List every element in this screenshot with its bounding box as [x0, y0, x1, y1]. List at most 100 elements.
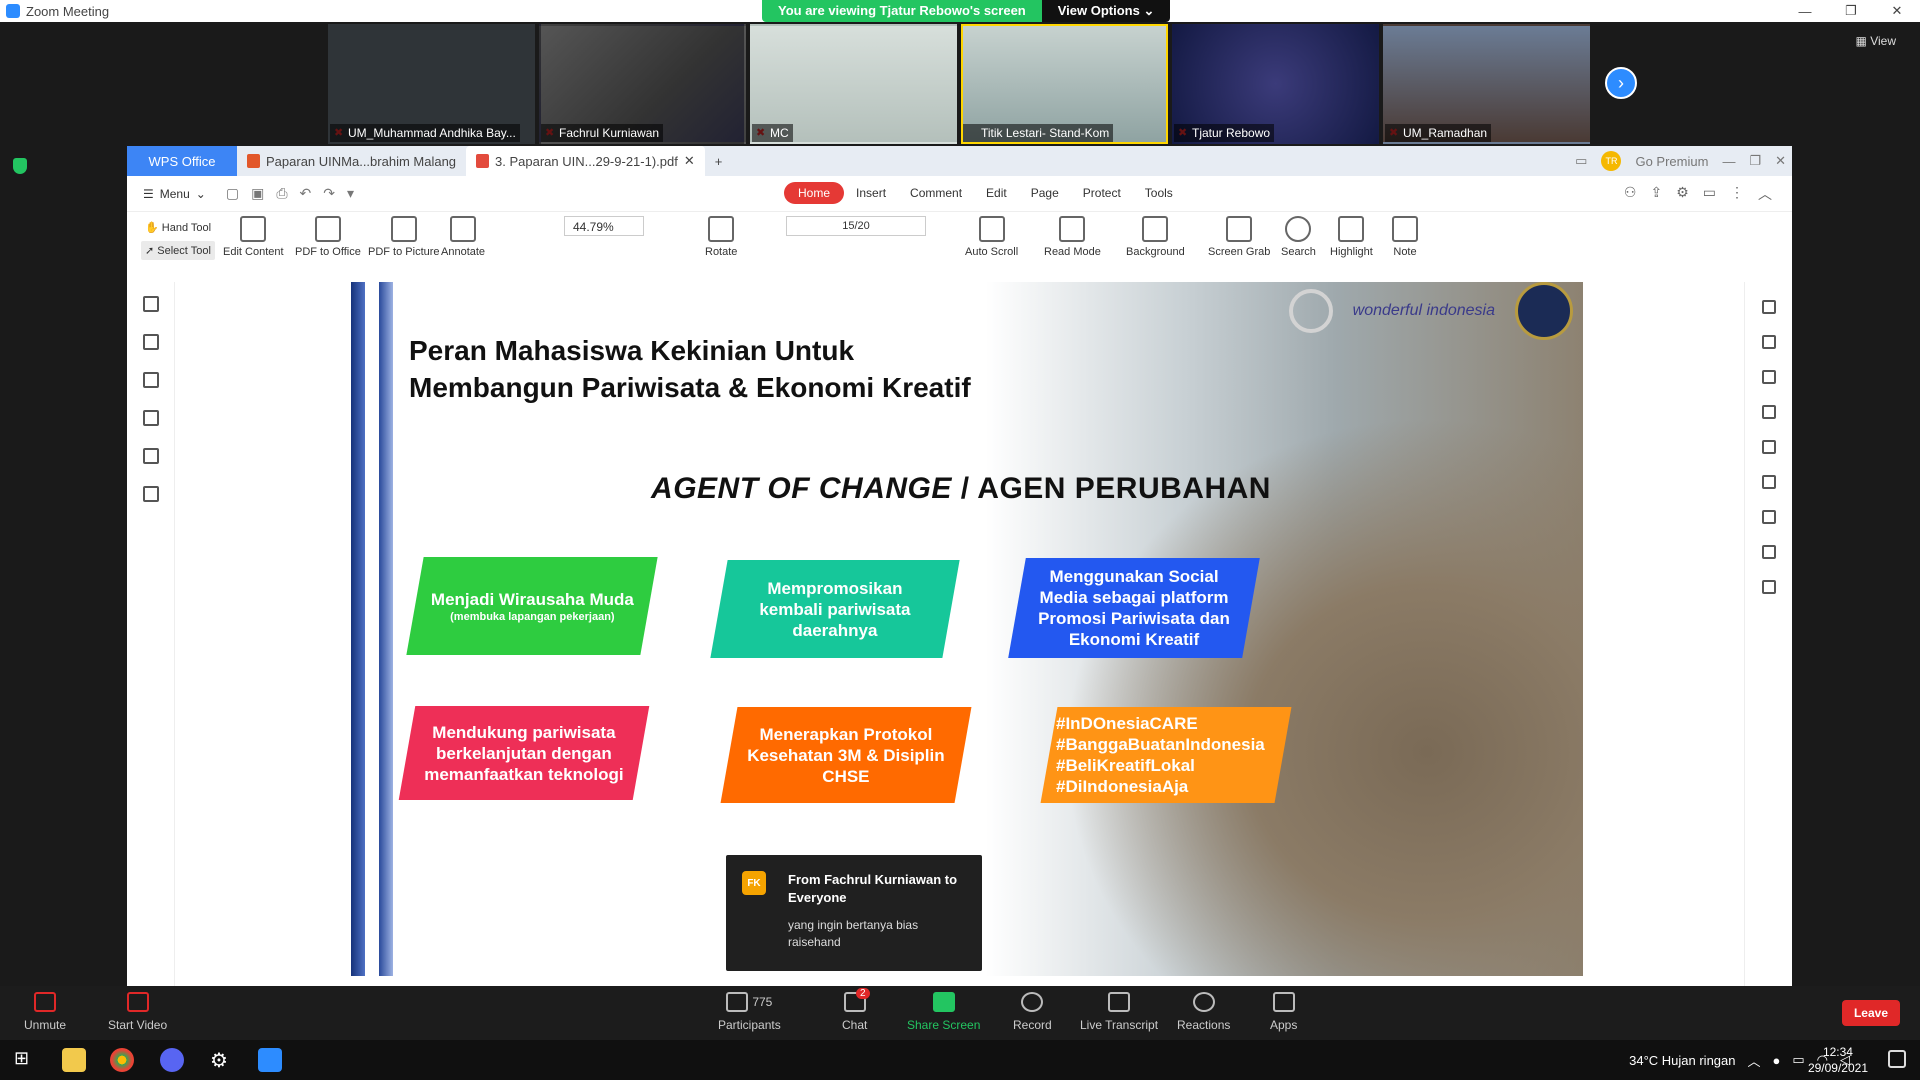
background-button[interactable]: Background	[1126, 212, 1185, 258]
save-icon[interactable]: ▣	[251, 185, 264, 202]
share-icon[interactable]: ⇪	[1650, 184, 1662, 204]
edit-icon[interactable]	[1761, 335, 1776, 349]
leave-button[interactable]: Leave	[1841, 1000, 1900, 1026]
highlight-button[interactable]: Highlight	[1330, 212, 1373, 258]
video-tile-active-speaker[interactable]: Titik Lestari- Stand-Kom	[961, 24, 1168, 144]
note-button[interactable]: Note	[1392, 212, 1418, 258]
video-tile[interactable]: ✖ UM_Ramadhan	[1383, 24, 1590, 144]
export-icon[interactable]	[1761, 300, 1776, 314]
comment-icon[interactable]: ▭	[1703, 184, 1716, 204]
go-premium-button[interactable]: Go Premium	[1635, 154, 1708, 169]
screen-grab-button[interactable]: Screen Grab	[1208, 212, 1270, 258]
read-mode-button[interactable]: Read Mode	[1044, 212, 1101, 258]
pdf-to-office-button[interactable]: PDF to Office	[295, 212, 361, 258]
chrome-icon[interactable]	[110, 1048, 134, 1072]
user-avatar[interactable]: TR	[1601, 151, 1622, 171]
wps-minimize-button[interactable]: —	[1722, 154, 1735, 169]
rotate-button[interactable]: Rotate	[705, 212, 737, 258]
outline-icon[interactable]	[1761, 475, 1776, 489]
notification-icon[interactable]	[1888, 1050, 1906, 1068]
zoom-search-icon[interactable]	[1761, 580, 1776, 594]
auto-scroll-button[interactable]: Auto Scroll	[965, 212, 1018, 258]
wps-restore-button[interactable]: ❐	[1749, 153, 1761, 169]
tab-tools[interactable]: Tools	[1133, 182, 1185, 204]
settings-gear-icon[interactable]: ⚙	[210, 1048, 234, 1072]
undo-icon[interactable]: ↶	[300, 185, 312, 202]
menu-button[interactable]: ☰ Menu ⌄	[143, 187, 206, 201]
wps-close-button[interactable]: ✕	[1775, 153, 1786, 169]
open-icon[interactable]: ▢	[226, 185, 239, 202]
view-options-button[interactable]: View Options ⌄	[1041, 0, 1171, 22]
form-icon[interactable]	[1761, 405, 1776, 419]
compress-icon[interactable]	[1761, 545, 1776, 559]
hand-tool-button[interactable]: ✋ Hand Tool	[141, 218, 215, 237]
view-button[interactable]: ▦ View	[1856, 34, 1896, 48]
document-tab[interactable]: Paparan UINMa...brahim Malang	[237, 146, 466, 176]
unmute-button[interactable]: Unmute	[24, 992, 66, 1032]
video-tile[interactable]: ✖ Fachrul Kurniawan	[539, 24, 746, 144]
next-participants-button[interactable]: ›	[1605, 67, 1637, 99]
window-count-icon[interactable]: ▭	[1575, 153, 1587, 169]
search-button[interactable]: Search	[1281, 212, 1316, 258]
select-tool-button[interactable]: ➚ Select Tool	[141, 241, 216, 260]
print-icon[interactable]: ⎙	[276, 185, 287, 202]
new-tab-button[interactable]: +	[705, 146, 733, 176]
apps-button[interactable]: Apps	[1270, 992, 1297, 1032]
share-user-icon[interactable]: ⚇	[1624, 184, 1637, 204]
annotate-button[interactable]: Annotate	[441, 212, 485, 258]
convert-icon[interactable]	[1761, 370, 1776, 384]
video-tile[interactable]: ✖ UM_Muhammad Andhika Bay...	[328, 24, 535, 144]
more-icon[interactable]: ⋮	[1730, 184, 1744, 204]
video-tile[interactable]: ✖ Tjatur Rebowo	[1172, 24, 1379, 144]
tab-protect[interactable]: Protect	[1071, 182, 1133, 204]
bookmark-icon[interactable]	[142, 296, 159, 312]
title-line-1: Peran Mahasiswa Kekinian Untuk	[409, 335, 855, 366]
document-tab-active[interactable]: 3. Paparan UIN...29-9-21-1).pdf ✕	[466, 146, 705, 176]
tab-home[interactable]: Home	[784, 182, 845, 204]
tab-comment[interactable]: Comment	[898, 182, 974, 204]
video-tile[interactable]: ✖ MC	[750, 24, 957, 144]
live-transcript-button[interactable]: Live Transcript	[1080, 992, 1158, 1032]
chat-notification[interactable]: FK From Fachrul Kurniawan to Everyone ya…	[726, 855, 982, 971]
maximize-button[interactable]: ❐	[1828, 0, 1874, 22]
chat-button[interactable]: 2 Chat	[842, 988, 870, 1032]
reactions-button[interactable]: Reactions	[1177, 992, 1230, 1032]
mic-tray-icon[interactable]: ●	[1773, 1053, 1781, 1068]
tab-page[interactable]: Page	[1019, 182, 1071, 204]
record-button[interactable]: Record	[1013, 992, 1052, 1032]
attachment-icon[interactable]	[142, 410, 159, 426]
zoom-taskbar-icon[interactable]	[258, 1048, 282, 1072]
system-clock[interactable]: 12:34 29/09/2021	[1808, 1044, 1868, 1076]
weather-widget[interactable]: 34°C Hujan ringan	[1629, 1053, 1735, 1068]
file-icon[interactable]	[142, 486, 159, 502]
minimize-button[interactable]: —	[1782, 0, 1828, 22]
close-button[interactable]: ✕	[1874, 0, 1920, 22]
tab-insert[interactable]: Insert	[844, 182, 898, 204]
tab-edit[interactable]: Edit	[974, 182, 1019, 204]
thumbnail-icon[interactable]	[142, 334, 159, 350]
start-video-button[interactable]: Start Video	[108, 992, 167, 1032]
zoom-select[interactable]: 44.79%	[564, 216, 644, 236]
print-side-icon[interactable]	[1761, 510, 1776, 524]
customize-icon[interactable]: ▾	[347, 185, 354, 202]
close-tab-icon[interactable]: ✕	[684, 153, 695, 169]
tray-arrow-icon[interactable]: ︿	[1747, 1051, 1760, 1070]
signature-icon[interactable]	[142, 448, 159, 464]
messenger-icon[interactable]	[160, 1048, 184, 1072]
share-screen-button[interactable]: Share Screen	[907, 992, 980, 1032]
participant-name: Tjatur Rebowo	[1174, 124, 1275, 142]
sign-icon[interactable]	[1761, 440, 1776, 454]
collapse-ribbon-icon[interactable]: ︿	[1758, 184, 1772, 204]
battery-icon[interactable]: ▭	[1792, 1052, 1804, 1068]
settings-icon[interactable]: ⚙	[1676, 184, 1689, 204]
windows-start-icon[interactable]: ⊞	[14, 1048, 38, 1072]
comments-icon[interactable]	[142, 372, 159, 388]
pdf-to-picture-button[interactable]: PDF to Picture	[368, 212, 440, 258]
edit-content-button[interactable]: Edit Content	[223, 212, 284, 258]
participants-button[interactable]: 775 Participants	[718, 992, 781, 1032]
wps-office-tab[interactable]: WPS Office	[127, 146, 237, 176]
file-explorer-icon[interactable]	[62, 1048, 86, 1072]
cc-icon	[1108, 992, 1131, 1012]
redo-icon[interactable]: ↷	[323, 185, 335, 202]
page-number-input[interactable]: 15/20	[786, 216, 926, 236]
